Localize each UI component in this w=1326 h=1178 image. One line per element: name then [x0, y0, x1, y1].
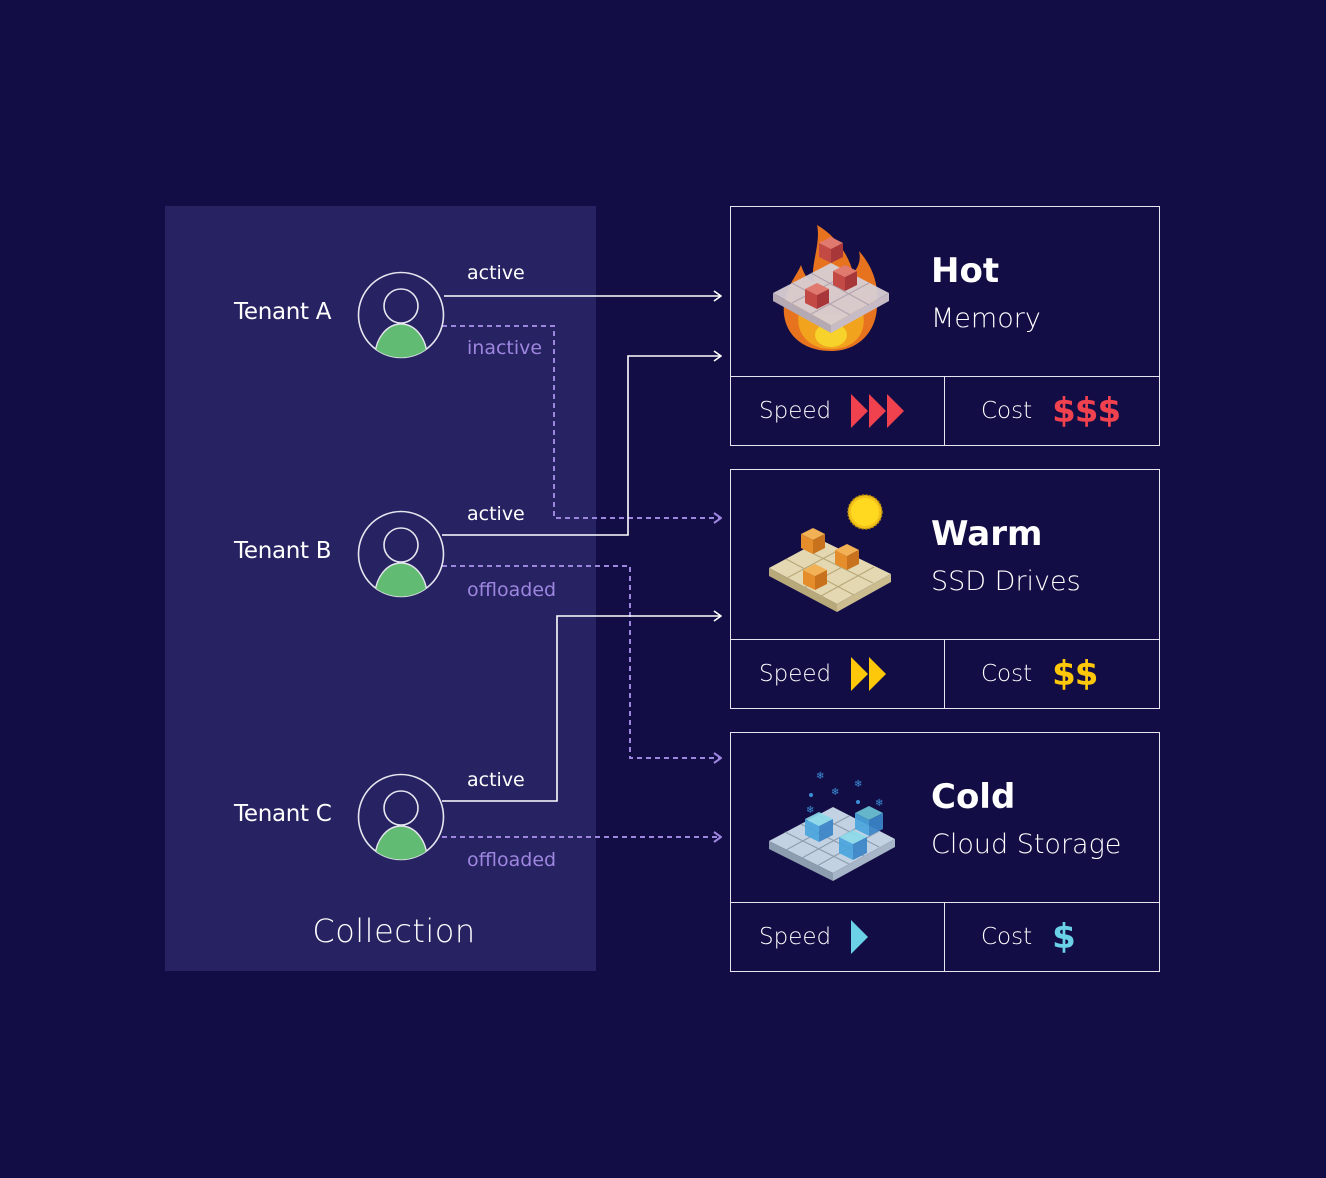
tier-metrics: Speed Cost $$ — [731, 640, 1159, 708]
tier-metrics: Speed Cost $$$ — [731, 377, 1159, 445]
tier-card-hot: Hot Memory Speed Cost $$$ — [730, 206, 1160, 446]
speed-cell: Speed — [731, 377, 945, 445]
speed-label: Speed — [759, 661, 832, 687]
speed-chevron — [869, 394, 887, 428]
speed-chevron — [851, 394, 869, 428]
speed-cell: Speed — [731, 903, 945, 971]
svg-text:❄: ❄ — [875, 798, 883, 809]
cost-indicator: $$$ — [1052, 391, 1121, 431]
tier-header: Hot Memory — [731, 207, 1159, 377]
edge-label-tenant-a-active: active — [467, 262, 525, 284]
cost-indicator: $ — [1052, 917, 1076, 957]
tier-name: Hot — [931, 251, 1000, 291]
edge-label-tenant-c-active: active — [467, 769, 525, 791]
svg-text:❄: ❄ — [854, 779, 862, 790]
svg-text:❄: ❄ — [816, 771, 824, 782]
tier-header: Warm SSD Drives — [731, 470, 1159, 640]
tier-name: Cold — [931, 777, 1016, 817]
tier-card-warm: Warm SSD Drives Speed Cost $$ — [730, 469, 1160, 709]
tier-medium: SSD Drives — [931, 566, 1081, 597]
svg-text:❄: ❄ — [831, 787, 839, 798]
cost-cell: Cost $$ — [945, 640, 1159, 708]
cost-indicator: $$ — [1052, 654, 1098, 694]
tenant-b-label: Tenant B — [234, 538, 332, 564]
edge-label-tenant-b-offloaded: offloaded — [467, 579, 557, 601]
snowflake-icon: ❄ ❄ ❄ ❄ ❄ — [769, 771, 895, 881]
sun-icon — [769, 494, 891, 612]
cost-label: Cost — [981, 398, 1033, 424]
cost-label: Cost — [981, 924, 1033, 950]
cost-cell: Cost $$$ — [945, 377, 1159, 445]
tenant-c-label: Tenant C — [234, 801, 332, 827]
speed-chevron — [851, 657, 869, 691]
speed-chevron — [887, 394, 905, 428]
tier-medium: Memory — [931, 303, 1041, 334]
tier-medium: Cloud Storage — [931, 829, 1122, 860]
user-avatar-icon — [357, 271, 445, 359]
svg-text:❄: ❄ — [806, 805, 814, 816]
speed-label: Speed — [759, 924, 832, 950]
user-avatar-icon — [357, 773, 445, 861]
speed-chevron — [851, 920, 869, 954]
speed-cell: Speed — [731, 640, 945, 708]
tier-card-cold: ❄ ❄ ❄ ❄ ❄ Cold Cloud Storage Speed Cost … — [730, 732, 1160, 972]
speed-indicator-icon — [851, 657, 887, 691]
tier-name: Warm — [931, 514, 1043, 554]
speed-label: Speed — [759, 398, 832, 424]
edge-label-tenant-b-active: active — [467, 503, 525, 525]
cost-cell: Cost $ — [945, 903, 1159, 971]
cost-label: Cost — [981, 661, 1033, 687]
speed-indicator-icon — [851, 920, 869, 954]
tier-header: ❄ ❄ ❄ ❄ ❄ Cold Cloud Storage — [731, 733, 1159, 903]
fire-icon — [773, 225, 889, 351]
speed-chevron — [869, 657, 887, 691]
user-avatar-icon — [357, 510, 445, 598]
edge-label-tenant-a-inactive: inactive — [467, 337, 543, 359]
speed-indicator-icon — [851, 394, 905, 428]
tier-metrics: Speed Cost $ — [731, 903, 1159, 971]
edge-label-tenant-c-offloaded: offloaded — [467, 849, 557, 871]
tenant-a-label: Tenant A — [234, 299, 332, 325]
